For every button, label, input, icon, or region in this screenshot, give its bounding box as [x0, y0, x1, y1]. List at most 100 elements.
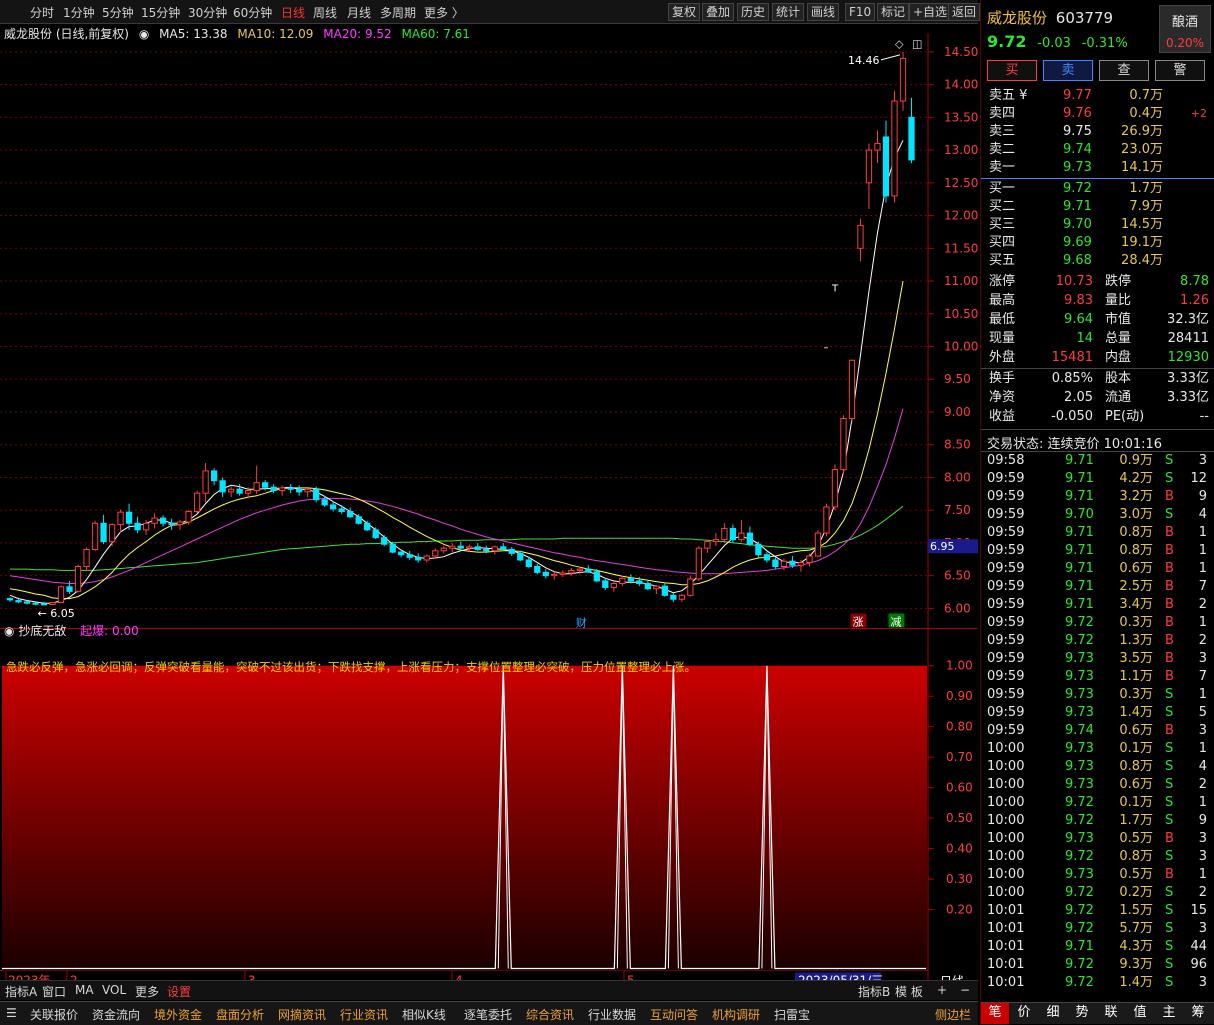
quote-tab-1[interactable]: 价	[1010, 1003, 1038, 1024]
trade-button-1[interactable]: 卖	[1043, 60, 1093, 81]
tick-side: B	[1165, 723, 1174, 738]
trade-button-0[interactable]: 买	[987, 60, 1037, 81]
period-tab-3[interactable]: 15分钟	[141, 4, 180, 21]
quote-tab-4[interactable]: 联	[1097, 1003, 1125, 1024]
tool-button-4[interactable]: 画线	[807, 3, 840, 21]
trade-button-3[interactable]: 警	[1155, 60, 1205, 81]
period-tab-4[interactable]: 30分钟	[188, 4, 227, 21]
tick-volume: 4.3万	[1119, 939, 1153, 954]
tool-button-7[interactable]: +自选	[909, 3, 952, 21]
candle[interactable]	[814, 529, 822, 558]
tool-button-1[interactable]: 叠加	[702, 3, 735, 21]
function-tab-4[interactable]: 网摘资讯	[278, 1006, 326, 1023]
tool-button-3[interactable]: 统计	[772, 3, 805, 21]
candle[interactable]	[891, 91, 898, 203]
indicator-tab-4[interactable]: 更多	[135, 983, 159, 1000]
trade-button-2[interactable]: 查	[1099, 60, 1149, 81]
function-tab-8[interactable]: 综合资讯	[526, 1006, 574, 1023]
function-tab-12[interactable]: 扫雷宝	[774, 1006, 810, 1023]
function-tab-11[interactable]: 机构调研	[712, 1006, 760, 1023]
candle[interactable]	[848, 359, 856, 422]
candle[interactable]	[185, 510, 192, 525]
tool-button-5[interactable]: F10	[845, 3, 876, 21]
indicator-tab-0[interactable]: 指标A	[5, 983, 37, 1000]
quote-tab-7[interactable]: 筹	[1184, 1003, 1212, 1024]
function-tab-10[interactable]: 互动问答	[650, 1006, 698, 1023]
candle-body	[287, 487, 294, 490]
tick-price: 9.71	[1065, 597, 1094, 612]
indicator-right-2[interactable]: +	[937, 983, 947, 997]
quote-tab-2[interactable]: 细	[1039, 1003, 1067, 1024]
period-tab-6[interactable]: 日线	[281, 4, 305, 21]
function-tab-6[interactable]: 相似K线	[402, 1006, 446, 1023]
indicator-right-3[interactable]: −	[960, 983, 970, 997]
period-tab-10[interactable]: 更多 〉	[424, 4, 464, 21]
settings-icon[interactable]: ◉	[139, 27, 149, 41]
period-tab-0[interactable]: 分时	[30, 4, 54, 21]
bid-row[interactable]: 买五 9.68 28.4万	[981, 252, 1214, 270]
candle[interactable]	[831, 464, 839, 511]
tick-count: 96	[1190, 957, 1207, 972]
function-tab-3[interactable]: 盘面分析	[216, 1006, 264, 1023]
tick-volume: 1.7万	[1119, 813, 1153, 828]
ask-row[interactable]: 卖二 9.74 23.0万	[981, 141, 1214, 159]
candle[interactable]	[695, 546, 703, 581]
period-tab-5[interactable]: 60分钟	[233, 4, 272, 21]
main-chart[interactable]: 14.50 14.00 13.50 13.00 12.50 12.00 11.50 11.00…	[0, 24, 978, 1020]
candle[interactable]	[687, 575, 694, 597]
indicator-right-0[interactable]: 指标B	[858, 983, 890, 1000]
candle[interactable]	[823, 503, 830, 537]
ask-row[interactable]: 卖一 9.73 14.1万	[981, 159, 1214, 177]
period-tab-2[interactable]: 5分钟	[102, 4, 134, 21]
function-tab-0[interactable]: 关联报价	[30, 1006, 78, 1023]
indicator-toggle-icon[interactable]: ◉	[4, 624, 14, 638]
tick-count: 3	[1198, 831, 1207, 846]
tool-button-0[interactable]: 复权	[668, 3, 701, 21]
indicator-right-1[interactable]: 模 板	[895, 983, 923, 1000]
candle[interactable]	[755, 541, 762, 558]
candle[interactable]	[74, 564, 82, 593]
tick-time: 10:01	[987, 975, 1025, 990]
ask-row[interactable]: 卖三 9.75 26.9万	[981, 123, 1214, 141]
candle-body	[738, 532, 745, 541]
industry-box[interactable]: 酿酒 0.20%	[1159, 5, 1211, 53]
candle[interactable]	[49, 601, 56, 606]
candle[interactable]	[91, 520, 99, 551]
function-tab-5[interactable]: 行业资讯	[340, 1006, 388, 1023]
ask-row[interactable]: 卖四 9.76 0.4万 +2	[981, 105, 1214, 123]
tick-time: 09:59	[987, 615, 1025, 630]
indicator-tabs: 指标A 窗口 MA VOL 更多 设置 指标B 模 板 + −	[0, 980, 978, 1000]
candle[interactable]	[57, 585, 65, 604]
industry-pct: 0.20%	[1165, 36, 1205, 50]
indicator-tab-1[interactable]: 窗口	[42, 983, 66, 1000]
period-tab-7[interactable]: 周线	[313, 4, 337, 21]
tool-button-8[interactable]: 返回	[948, 3, 981, 21]
bid-row[interactable]: 买二 9.71 7.9万	[981, 198, 1214, 216]
candle[interactable]	[840, 415, 847, 475]
period-tab-1[interactable]: 1分钟	[63, 4, 95, 21]
bid-row[interactable]: 买三 9.70 14.5万	[981, 216, 1214, 234]
function-tab-9[interactable]: 行业数据	[588, 1006, 636, 1023]
quote-tab-0[interactable]: 笔	[981, 1003, 1009, 1024]
tool-button-6[interactable]: 标记	[877, 3, 910, 21]
period-tab-8[interactable]: 月线	[347, 4, 371, 21]
period-tab-9[interactable]: 多周期	[380, 4, 416, 21]
sidebar-button[interactable]: 侧边栏	[935, 1006, 971, 1023]
function-tab-7[interactable]: 逐笔委托	[464, 1006, 512, 1023]
indicator-tab-3[interactable]: VOL	[102, 983, 126, 997]
indicator-tab-2[interactable]: MA	[75, 983, 94, 997]
function-tab-2[interactable]: 境外资金	[154, 1006, 202, 1023]
indicator-tab-5[interactable]: 设置	[167, 983, 191, 1000]
bid-row[interactable]: 买一 9.72 1.7万	[981, 180, 1214, 198]
bid-row[interactable]: 买四 9.69 19.1万	[981, 234, 1214, 252]
quote-tab-3[interactable]: 势	[1068, 1003, 1096, 1024]
menu-icon[interactable]: ☰	[6, 1006, 17, 1020]
function-tab-1[interactable]: 资金流向	[92, 1006, 140, 1023]
ask-row[interactable]: 卖五 ¥ 9.77 0.7万	[981, 87, 1214, 105]
quote-tab-5[interactable]: 值	[1126, 1003, 1154, 1024]
candle[interactable]	[313, 486, 320, 503]
tool-button-2[interactable]: 历史	[737, 3, 770, 21]
quote-tab-6[interactable]: 主	[1155, 1003, 1183, 1024]
tick-count: 1	[1198, 543, 1207, 558]
candle[interactable]	[193, 490, 201, 514]
